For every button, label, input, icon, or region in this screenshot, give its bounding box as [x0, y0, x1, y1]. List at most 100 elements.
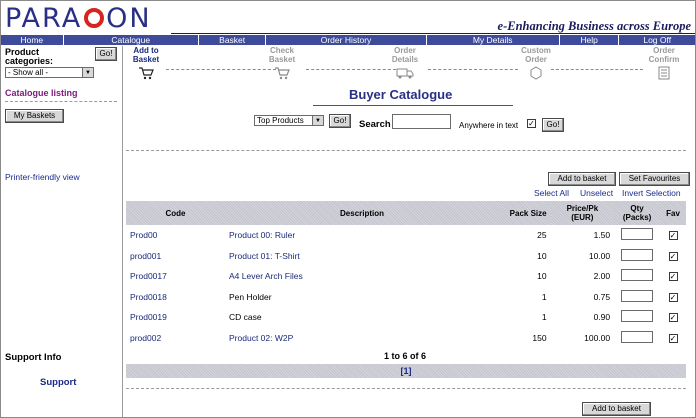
- search-go-button[interactable]: Go!: [542, 118, 564, 132]
- product-description-link[interactable]: Product 00: Ruler: [225, 225, 499, 246]
- qty-input[interactable]: [621, 269, 654, 282]
- product-code-link[interactable]: Prod00: [126, 225, 225, 246]
- col-description[interactable]: Description: [225, 201, 500, 225]
- table-row: prod002 Product 02: W2P 150 100.00 ✓: [126, 328, 686, 349]
- col-qty: Qty (Packs): [614, 201, 661, 225]
- qty-input[interactable]: [621, 228, 654, 241]
- tagline-rule: [171, 33, 695, 34]
- price: 1.50: [593, 230, 611, 241]
- col-fav: Fav: [660, 201, 686, 225]
- anywhere-label: Anywhere in text: [459, 121, 519, 130]
- table-row: Prod00 Product 00: Ruler 25 1.50 ✓: [126, 225, 686, 246]
- step-custom-order: Custom Order: [518, 46, 554, 82]
- nav-log-off[interactable]: Log Off: [619, 35, 695, 45]
- product-code-link[interactable]: prod002: [126, 328, 225, 349]
- select-all-link[interactable]: Select All: [534, 188, 569, 198]
- nav-catalogue[interactable]: Catalogue: [64, 35, 199, 45]
- pack-size: 25: [537, 230, 547, 241]
- fav-checkbox[interactable]: ✓: [668, 272, 678, 282]
- price: 0.90: [593, 312, 611, 323]
- nav-my-details[interactable]: My Details: [427, 35, 560, 45]
- product-description-link[interactable]: CD case: [225, 307, 499, 328]
- step-connector: [428, 69, 518, 70]
- support-info-heading: Support Info: [5, 352, 62, 363]
- qty-input[interactable]: [621, 248, 654, 261]
- pack-size: 1: [541, 312, 547, 323]
- add-to-basket-button[interactable]: Add to basket: [548, 172, 616, 186]
- step-order-details: Order Details: [388, 46, 422, 82]
- page: PARA ON e-Enhancing Business across Europ…: [0, 0, 696, 418]
- top-nav: Home Catalogue Basket Order History My D…: [1, 35, 695, 45]
- nav-basket[interactable]: Basket: [199, 35, 267, 45]
- col-code[interactable]: Code: [126, 201, 226, 225]
- result-count: 1 to 6 of 6: [384, 351, 427, 361]
- category-select[interactable]: - Show all - ▼: [5, 67, 94, 78]
- search-input[interactable]: [392, 114, 451, 129]
- price: 10.00: [588, 250, 611, 261]
- search-label: Search: [359, 119, 391, 130]
- fav-checkbox[interactable]: ✓: [668, 292, 678, 302]
- printer-friendly-link[interactable]: Printer-friendly view: [5, 172, 80, 182]
- chevron-down-icon: ▼: [312, 116, 323, 125]
- nav-order-history[interactable]: Order History: [266, 35, 427, 45]
- support-link[interactable]: Support: [40, 377, 76, 388]
- step-connector: [166, 69, 276, 70]
- product-code-link[interactable]: Prod0019: [126, 307, 225, 328]
- filter-select[interactable]: Top Products ▼: [254, 115, 324, 126]
- paragon-logo[interactable]: PARA ON: [5, 4, 152, 34]
- nav-home[interactable]: Home: [1, 35, 64, 45]
- categories-go-button[interactable]: Go!: [95, 47, 117, 61]
- pagination-bar: [1]: [126, 364, 686, 378]
- categories-label: Product categories:: [5, 47, 54, 66]
- qty-input[interactable]: [621, 289, 654, 302]
- catalogue-listing-link[interactable]: Catalogue listing: [5, 88, 78, 98]
- product-code-link[interactable]: prod001: [126, 246, 225, 267]
- table-header-row: Code Description Pack Size Price/Pk (EUR…: [126, 201, 686, 225]
- page-link[interactable]: [1]: [401, 366, 412, 376]
- product-description-link[interactable]: A4 Lever Arch Files: [225, 266, 499, 287]
- set-favourites-button[interactable]: Set Favourites: [619, 172, 690, 186]
- nav-help[interactable]: Help: [560, 35, 620, 45]
- step-label: Custom Order: [521, 46, 551, 64]
- product-code-link[interactable]: Prod0018: [126, 287, 225, 308]
- invert-selection-link[interactable]: Invert Selection: [622, 188, 681, 198]
- logo-text-left: PARA: [5, 3, 83, 34]
- page-title: Buyer Catalogue: [349, 87, 453, 102]
- check-cart-icon: [275, 67, 290, 80]
- product-code-link[interactable]: Prod0017: [126, 266, 225, 287]
- step-label: Order Details: [391, 46, 419, 64]
- my-baskets-button[interactable]: My Baskets: [5, 109, 64, 123]
- section-divider: [126, 150, 686, 151]
- fav-checkbox[interactable]: ✓: [668, 333, 678, 343]
- truck-icon: [396, 68, 414, 79]
- title-rule: [313, 105, 513, 106]
- category-select-value: - Show all -: [8, 68, 49, 77]
- fav-checkbox[interactable]: ✓: [668, 231, 678, 241]
- add-to-basket-bottom-button[interactable]: Add to basket: [582, 402, 651, 416]
- anywhere-checkbox[interactable]: ✓: [527, 119, 536, 128]
- catalogue-table: Code Description Pack Size Price/Pk (EUR…: [126, 201, 686, 348]
- unselect-link[interactable]: Unselect: [580, 188, 613, 198]
- step-order-confirm: Order Confirm: [644, 46, 684, 82]
- col-pack-size[interactable]: Pack Size: [499, 201, 551, 225]
- logo-ring-icon: [84, 8, 105, 28]
- col-price[interactable]: Price/Pk (EUR): [550, 201, 615, 225]
- qty-input[interactable]: [621, 310, 654, 323]
- pack-size: 1: [541, 291, 547, 302]
- product-description-link[interactable]: Product 01: T-Shirt: [225, 246, 499, 267]
- pack-size: 10: [537, 250, 547, 261]
- box-icon: [530, 66, 542, 80]
- table-row: prod001 Product 01: T-Shirt 10 10.00 ✓: [126, 246, 686, 267]
- chevron-down-icon: ▼: [82, 68, 93, 77]
- sidebar: Product categories: Go! - Show all - ▼ C…: [1, 46, 123, 417]
- product-description-link[interactable]: Product 02: W2P: [225, 328, 499, 349]
- fav-checkbox[interactable]: ✓: [668, 251, 678, 261]
- step-label: Order Confirm: [648, 46, 680, 64]
- step-connector: [551, 69, 643, 70]
- table-row: Prod0018 Pen Holder 1 0.75 ✓: [126, 287, 686, 308]
- fav-checkbox[interactable]: ✓: [668, 313, 678, 323]
- qty-input[interactable]: [621, 330, 654, 343]
- product-description-link[interactable]: Pen Holder: [225, 287, 499, 308]
- filter-go-button[interactable]: Go!: [329, 114, 351, 128]
- header: PARA ON e-Enhancing Business across Europ…: [1, 1, 695, 35]
